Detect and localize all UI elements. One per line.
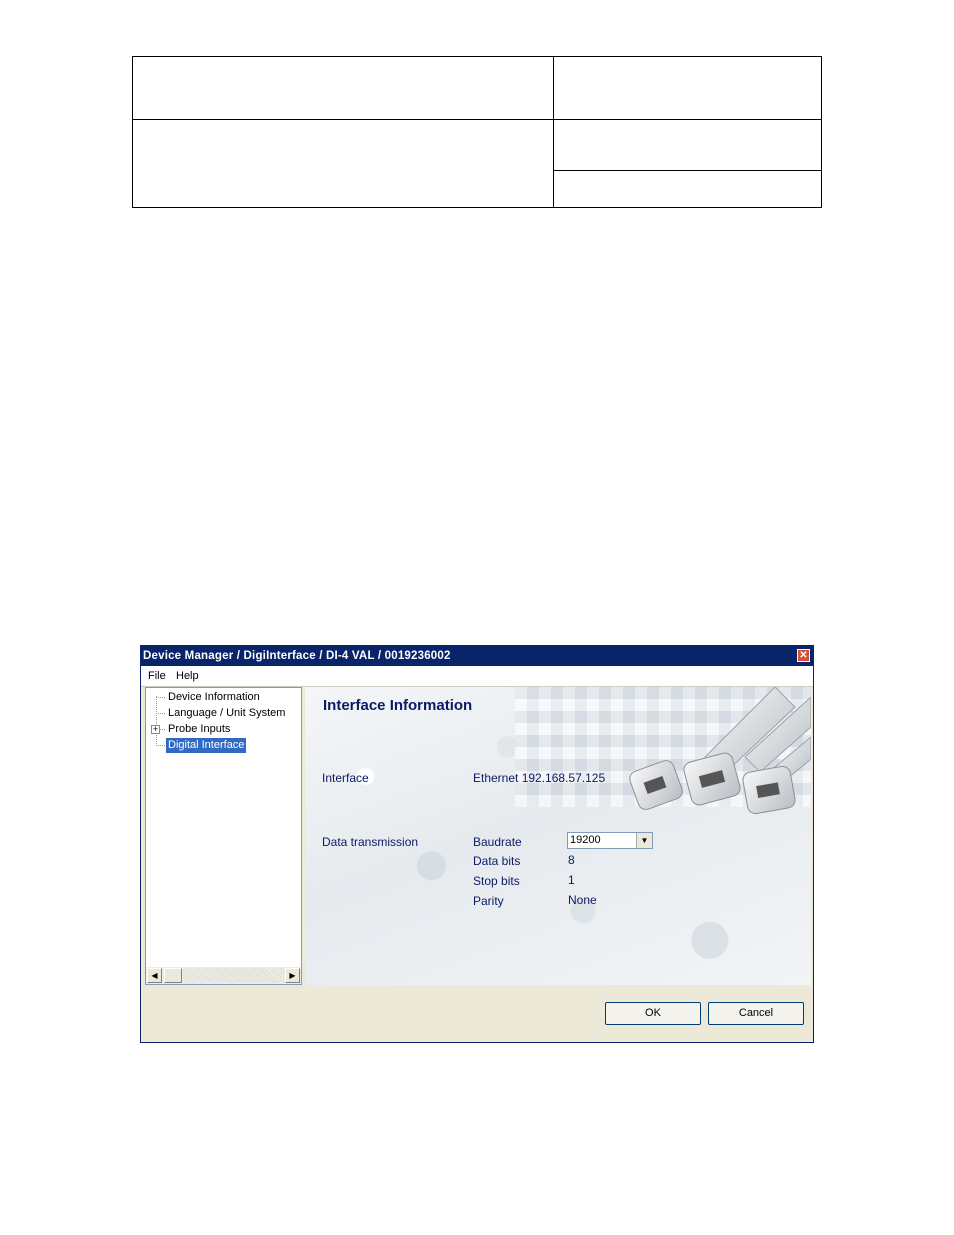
tree-connector [156, 713, 165, 714]
horizontal-scrollbar[interactable]: ◀ ▶ [146, 967, 301, 984]
window-title: Device Manager / DigiInterface / DI-4 VA… [143, 650, 451, 662]
tree-connector [156, 696, 157, 746]
stop-bits-value: 1 [568, 873, 575, 887]
tree-connector [156, 745, 165, 746]
usb-cables-image [629, 687, 811, 815]
baudrate-selected-value: 19200 [570, 834, 601, 846]
baudrate-label: Baudrate [473, 835, 522, 849]
table-border-left [132, 56, 133, 208]
tree-connector [156, 697, 165, 698]
expand-icon[interactable]: + [151, 725, 160, 734]
panel-title: Interface Information [323, 697, 473, 714]
data-bits-value: 8 [568, 853, 575, 867]
scroll-thumb[interactable] [164, 968, 182, 983]
ok-button[interactable]: OK [605, 1002, 701, 1025]
table-border-top [132, 56, 822, 57]
menu-file[interactable]: File [144, 666, 170, 686]
stop-bits-label: Stop bits [473, 874, 520, 888]
tree-item-digital-interface[interactable]: Digital Interface [166, 738, 247, 753]
parity-value: None [568, 893, 597, 907]
chevron-down-icon[interactable]: ▼ [636, 833, 652, 848]
data-bits-label: Data bits [473, 854, 521, 868]
tree-item-language-unit-system[interactable]: Language / Unit System [166, 706, 287, 721]
tree-item-device-information[interactable]: Device Information [166, 690, 262, 705]
table-border-right [821, 56, 822, 208]
title-bar[interactable]: Device Manager / DigiInterface / DI-4 VA… [141, 646, 813, 666]
interface-value: Ethernet 192.168.57.125 [473, 771, 606, 785]
table-column-divider [553, 56, 554, 208]
tree-item-probe-inputs[interactable]: Probe Inputs [166, 722, 232, 737]
table-cell-divider [553, 170, 822, 171]
menu-help[interactable]: Help [172, 666, 203, 686]
parity-label: Parity [473, 894, 504, 908]
navigation-tree: Device Information Language / Unit Syste… [145, 687, 302, 985]
table-border-bottom [132, 207, 822, 208]
document-header-table [132, 56, 822, 208]
menu-bar: File Help [141, 666, 813, 687]
arrow-right-icon[interactable]: ▶ [285, 968, 300, 983]
cancel-button[interactable]: Cancel [708, 1002, 804, 1025]
table-row-divider [132, 119, 822, 120]
data-transmission-label: Data transmission [322, 835, 419, 849]
interface-information-panel: Interface Information Interface Ethernet… [305, 687, 811, 985]
close-icon[interactable]: ✕ [797, 649, 810, 662]
arrow-left-icon[interactable]: ◀ [147, 968, 162, 983]
baudrate-select[interactable]: 19200 ▼ [567, 832, 653, 849]
device-manager-dialog: Device Manager / DigiInterface / DI-4 VA… [140, 645, 814, 1043]
interface-label: Interface [322, 771, 369, 785]
scroll-track[interactable] [183, 968, 284, 983]
